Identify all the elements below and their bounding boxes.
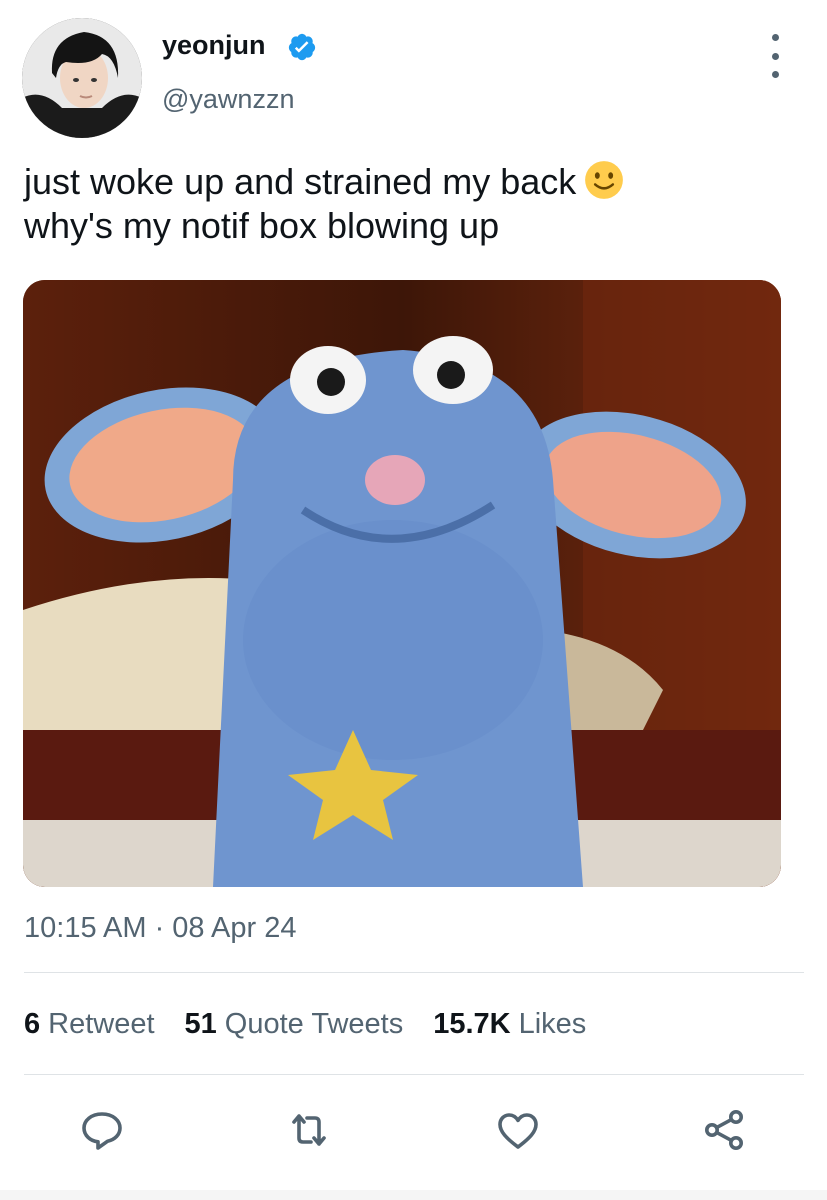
stat-likes[interactable]: 15.7K Likes <box>433 1008 586 1041</box>
more-vertical-icon[interactable] <box>763 34 787 78</box>
share-icon[interactable] <box>700 1106 748 1154</box>
tweet-text: just woke up and strained my back why's … <box>24 160 804 248</box>
tweet-line-1: just woke up and strained my back <box>24 160 804 204</box>
reply-icon[interactable] <box>78 1106 126 1154</box>
divider <box>24 1074 804 1075</box>
tweet-media[interactable] <box>23 280 781 887</box>
verified-badge-icon <box>288 33 316 61</box>
tweet-stats: 6 Retweet 51 Quote Tweets 15.7K Likes <box>24 1008 616 1041</box>
avatar-photo <box>22 18 142 138</box>
tweet-line-2: why's my notif box blowing up <box>24 205 500 246</box>
stat-retweets[interactable]: 6 Retweet <box>24 1008 155 1041</box>
slightly-smiling-face-emoji <box>585 161 624 199</box>
avatar[interactable] <box>22 18 142 138</box>
retweet-icon[interactable] <box>285 1106 333 1154</box>
heart-icon[interactable] <box>494 1106 542 1154</box>
meme-photo-blue-puppet <box>23 280 781 887</box>
bottom-edge <box>0 1190 827 1200</box>
stat-quote-tweets[interactable]: 51 Quote Tweets <box>185 1008 404 1041</box>
author-name[interactable]: yeonjun <box>162 30 266 61</box>
divider <box>24 972 804 973</box>
tweet-timestamp[interactable]: 10:15 AM · 08 Apr 24 <box>24 912 296 945</box>
tweet-actions <box>0 1100 827 1160</box>
author-handle[interactable]: @yawnzzn <box>162 84 294 115</box>
tweet-line-1-text: just woke up and strained my back <box>24 161 577 202</box>
